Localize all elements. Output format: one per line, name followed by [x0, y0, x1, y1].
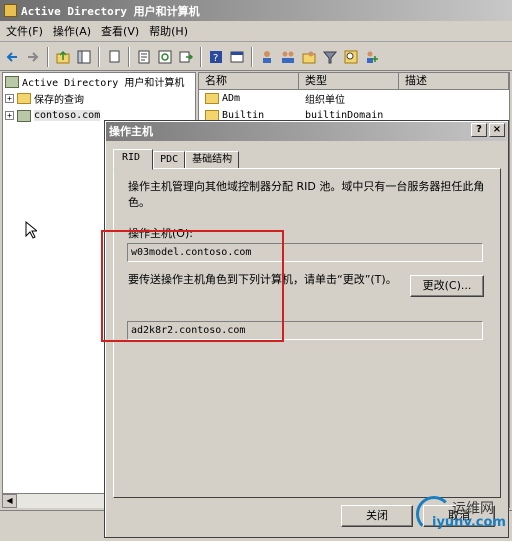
console-icon[interactable] — [227, 47, 247, 67]
tab-strip: RID PDC 基础结构 — [113, 149, 240, 170]
annotation-highlight-box — [101, 230, 284, 342]
export-list-icon[interactable] — [176, 47, 196, 67]
menu-view[interactable]: 查看(V) — [99, 23, 147, 39]
copy-icon[interactable] — [104, 47, 124, 67]
rid-description: 操作主机管理向其他域控制器分配 RID 池。域中只有一台服务器担任此角色。 — [128, 180, 485, 209]
dialog-title: 操作主机 — [109, 125, 153, 138]
column-header-type[interactable]: 类型 — [299, 73, 399, 89]
column-header-name[interactable]: 名称 — [199, 73, 299, 89]
show-tree-icon[interactable] — [74, 47, 94, 67]
ou-icon[interactable] — [299, 47, 319, 67]
list-item[interactable]: ADm 组织单位 — [199, 90, 509, 107]
mouse-cursor-icon — [25, 220, 39, 243]
app-title: Active Directory 用户和计算机 — [21, 4, 200, 18]
find-icon[interactable] — [341, 47, 361, 67]
list-item-name-cell: ADm — [199, 93, 299, 104]
tab-infrastructure[interactable]: 基础结构 — [185, 151, 240, 169]
domain-icon — [17, 109, 31, 122]
group-icon[interactable] — [278, 47, 298, 67]
refresh-icon[interactable] — [155, 47, 175, 67]
watermark-line2: iyunv.com — [432, 515, 506, 530]
help-icon[interactable]: ? — [206, 47, 226, 67]
up-folder-icon[interactable] — [53, 47, 73, 67]
toolbar-separator — [200, 46, 202, 67]
back-icon[interactable] — [2, 47, 22, 67]
toolbar-separator — [47, 46, 49, 67]
user-icon[interactable] — [257, 47, 277, 67]
toolbar: ? — [0, 43, 512, 71]
tab-pdc[interactable]: PDC — [153, 151, 186, 169]
list-item-type: 组织单位 — [305, 95, 345, 106]
tab-rid[interactable]: RID — [113, 149, 154, 170]
toolbar-separator — [128, 46, 130, 67]
svg-text:?: ? — [213, 53, 218, 64]
list-item-name: ADm — [222, 93, 241, 104]
menu-file[interactable]: 文件(F) — [4, 23, 51, 39]
list-header: 名称 类型 描述 — [199, 73, 509, 90]
dialog-title-bar: 操作主机 — [106, 122, 507, 141]
close-button[interactable]: 关闭 — [341, 505, 413, 527]
close-icon[interactable]: × — [489, 123, 505, 137]
expand-icon[interactable]: + — [5, 111, 14, 120]
filter-icon[interactable] — [320, 47, 340, 67]
scroll-left-icon[interactable]: ◀ — [2, 494, 17, 508]
toolbar-separator — [251, 46, 253, 67]
column-header-desc[interactable]: 描述 — [399, 73, 509, 89]
site-watermark: 运维网 iyunv.com — [412, 494, 512, 536]
properties-icon[interactable] — [134, 47, 154, 67]
ou-folder-icon — [205, 93, 219, 104]
menu-action[interactable]: 操作(A) — [51, 23, 99, 39]
change-button[interactable]: 更改(C)... — [410, 275, 484, 297]
tree-root[interactable]: Active Directory 用户和计算机 — [3, 73, 195, 90]
menu-help[interactable]: 帮助(H) — [147, 23, 196, 39]
tree-item-label: contoso.com — [34, 110, 101, 121]
add-member-icon[interactable] — [362, 47, 382, 67]
help-button[interactable]: ? — [471, 123, 487, 137]
tree-item-label: 保存的查询 — [34, 95, 84, 106]
tree-item-saved-queries[interactable]: + 保存的查询 — [3, 90, 195, 107]
toolbar-separator — [98, 46, 100, 67]
folder-icon — [17, 93, 31, 104]
menu-bar: 文件(F) 操作(A) 查看(V) 帮助(H) — [0, 21, 512, 42]
app-title-bar: Active Directory 用户和计算机 — [0, 0, 512, 21]
expand-icon[interactable]: + — [5, 94, 14, 103]
forward-icon[interactable] — [23, 47, 43, 67]
tree-root-label: Active Directory 用户和计算机 — [22, 78, 185, 89]
app-icon — [4, 4, 17, 17]
aduc-icon — [5, 75, 19, 88]
